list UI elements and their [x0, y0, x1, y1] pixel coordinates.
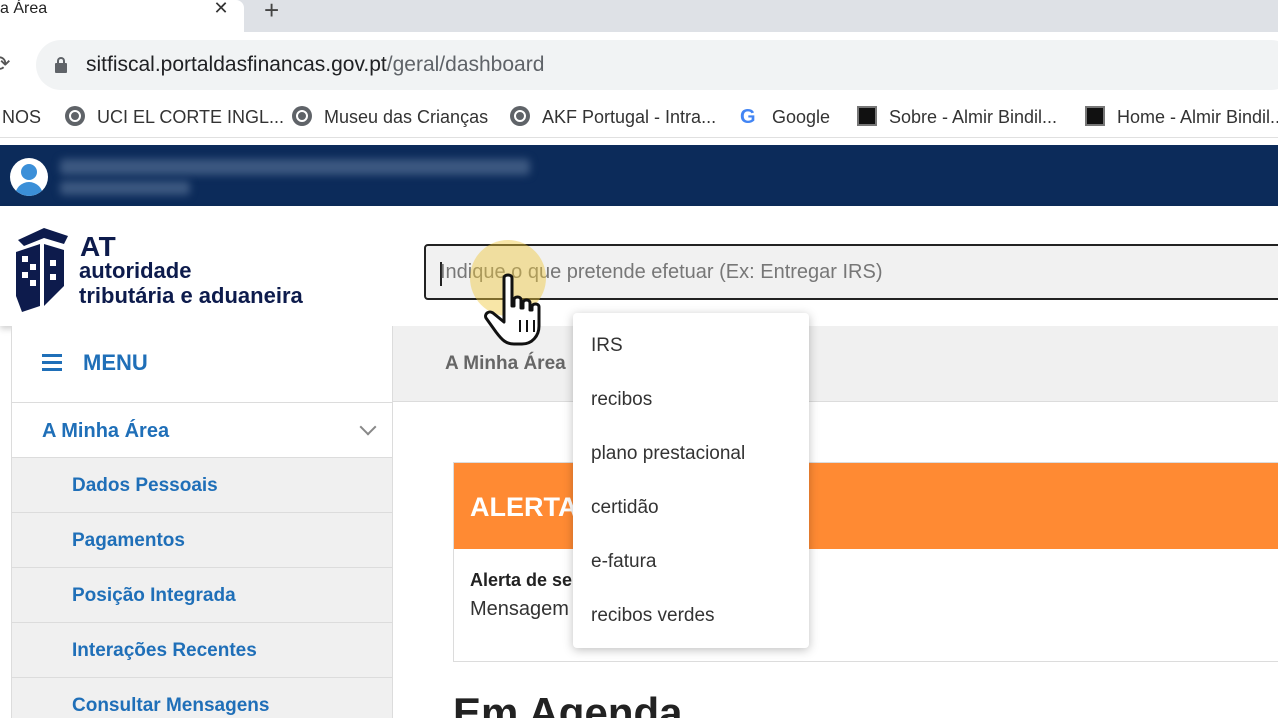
reload-icon[interactable]: ⟳	[0, 50, 10, 78]
logo-line-2: tributária e aduaneira	[79, 283, 303, 308]
hand-cursor-icon	[484, 273, 541, 346]
menu-toggle[interactable]: MENU	[12, 326, 392, 403]
breadcrumb-item[interactable]: A Minha Área	[445, 352, 566, 376]
logo-line-1: autoridade	[79, 258, 192, 283]
site-favicon-icon	[857, 106, 877, 126]
bookmark-label: AKF Portugal - Intra...	[542, 107, 717, 127]
alert-subject: Alerta de se	[470, 570, 573, 590]
site-favicon-icon	[1085, 106, 1105, 126]
browser-tab[interactable]: a Área ✕	[0, 0, 244, 32]
site-header: AT autoridade tributária e aduaneira	[0, 206, 1278, 326]
search-input[interactable]	[440, 246, 1260, 298]
bookmark-akf[interactable]: AKF Portugal - Intra...	[510, 106, 716, 128]
bookmark-label: UCI EL CORTE INGL...	[97, 107, 285, 127]
suggestion-item[interactable]: certidão	[591, 496, 659, 520]
suggestion-item[interactable]: plano prestacional	[591, 442, 745, 466]
alert-message: Mensagem	[470, 598, 569, 620]
browser-tab-bar: a Área ✕ +	[0, 0, 1278, 32]
lock-icon[interactable]	[54, 57, 68, 73]
bookmark-label: Home - Almir Bindil...	[1117, 107, 1278, 127]
globe-icon	[65, 106, 85, 126]
sidebar-item-posicao-integrada[interactable]: Posição Integrada	[12, 568, 392, 623]
bookmark-label: Sobre - Almir Bindil...	[889, 107, 1058, 127]
sidebar-item-label: Pagamentos	[72, 530, 185, 551]
sidebar-section-my-area[interactable]: A Minha Área	[12, 403, 392, 458]
chevron-down-icon	[359, 418, 377, 436]
bookmark-nos[interactable]: NOS	[2, 106, 41, 128]
bookmark-label: NOS	[2, 107, 42, 127]
url-text[interactable]: sitfiscal.portaldasfinancas.gov.pt/geral…	[86, 53, 544, 77]
sidebar: MENU A Minha Área Dados Pessoais Pagamen…	[11, 326, 393, 718]
site-search-box[interactable]	[424, 244, 1278, 300]
suggestion-item[interactable]: e-fatura	[591, 550, 656, 574]
sidebar-item-dados-pessoais[interactable]: Dados Pessoais	[12, 458, 392, 513]
sidebar-item-label: Consultar Mensagens	[72, 695, 270, 716]
blurred-user-name	[60, 159, 530, 175]
agenda-heading: Em Agenda	[453, 689, 683, 718]
search-suggestions: IRS recibos plano prestacional certidão …	[573, 313, 809, 648]
suggestion-item[interactable]: recibos	[591, 388, 652, 412]
user-header-band	[0, 145, 1278, 206]
bookmark-google[interactable]: G Google	[740, 106, 830, 128]
close-icon[interactable]: ✕	[210, 0, 232, 18]
sidebar-item-pagamentos[interactable]: Pagamentos	[12, 513, 392, 568]
browser-toolbar: ⟳ sitfiscal.portaldasfinancas.gov.pt/ger…	[0, 32, 1278, 98]
suggestion-item[interactable]: IRS	[591, 334, 623, 358]
url-path: /geral/dashboard	[386, 53, 545, 76]
bookmark-sobre[interactable]: Sobre - Almir Bindil...	[857, 106, 1057, 128]
url-host: sitfiscal.portaldasfinancas.gov.pt	[86, 53, 387, 76]
hamburger-icon	[42, 354, 62, 372]
bookmark-home[interactable]: Home - Almir Bindil...	[1085, 106, 1278, 128]
new-tab-button[interactable]: +	[264, 0, 279, 23]
avatar[interactable]	[10, 158, 48, 196]
bookmark-museu[interactable]: Museu das Crianças	[292, 106, 488, 128]
alert-title: ALERTA	[470, 492, 578, 522]
bookmark-label: Google	[772, 107, 831, 127]
google-icon: G	[740, 106, 756, 128]
at-emblem-icon[interactable]	[14, 226, 72, 314]
bookmark-uci[interactable]: UCI EL CORTE INGL...	[65, 106, 284, 128]
menu-label: MENU	[83, 350, 148, 375]
sidebar-item-interacoes-recentes[interactable]: Interações Recentes	[12, 623, 392, 678]
section-label: A Minha Área	[42, 420, 170, 442]
bookmark-label: Museu das Crianças	[324, 107, 489, 127]
sidebar-item-label: Dados Pessoais	[72, 475, 218, 496]
globe-icon	[510, 106, 530, 126]
sidebar-item-consultar-mensagens[interactable]: Consultar Mensagens	[12, 678, 392, 718]
address-bar[interactable]: sitfiscal.portaldasfinancas.gov.pt/geral…	[36, 40, 1278, 90]
tab-title: a Área	[0, 0, 48, 17]
globe-icon	[292, 106, 312, 126]
sidebar-item-label: Posição Integrada	[72, 585, 236, 606]
bookmarks-bar: NOS UCI EL CORTE INGL... Museu das Crian…	[0, 98, 1278, 138]
logo-at: AT	[80, 231, 117, 262]
suggestion-item[interactable]: recibos verdes	[591, 604, 715, 628]
sidebar-item-label: Interações Recentes	[72, 640, 257, 661]
blurred-user-nif	[60, 181, 190, 195]
